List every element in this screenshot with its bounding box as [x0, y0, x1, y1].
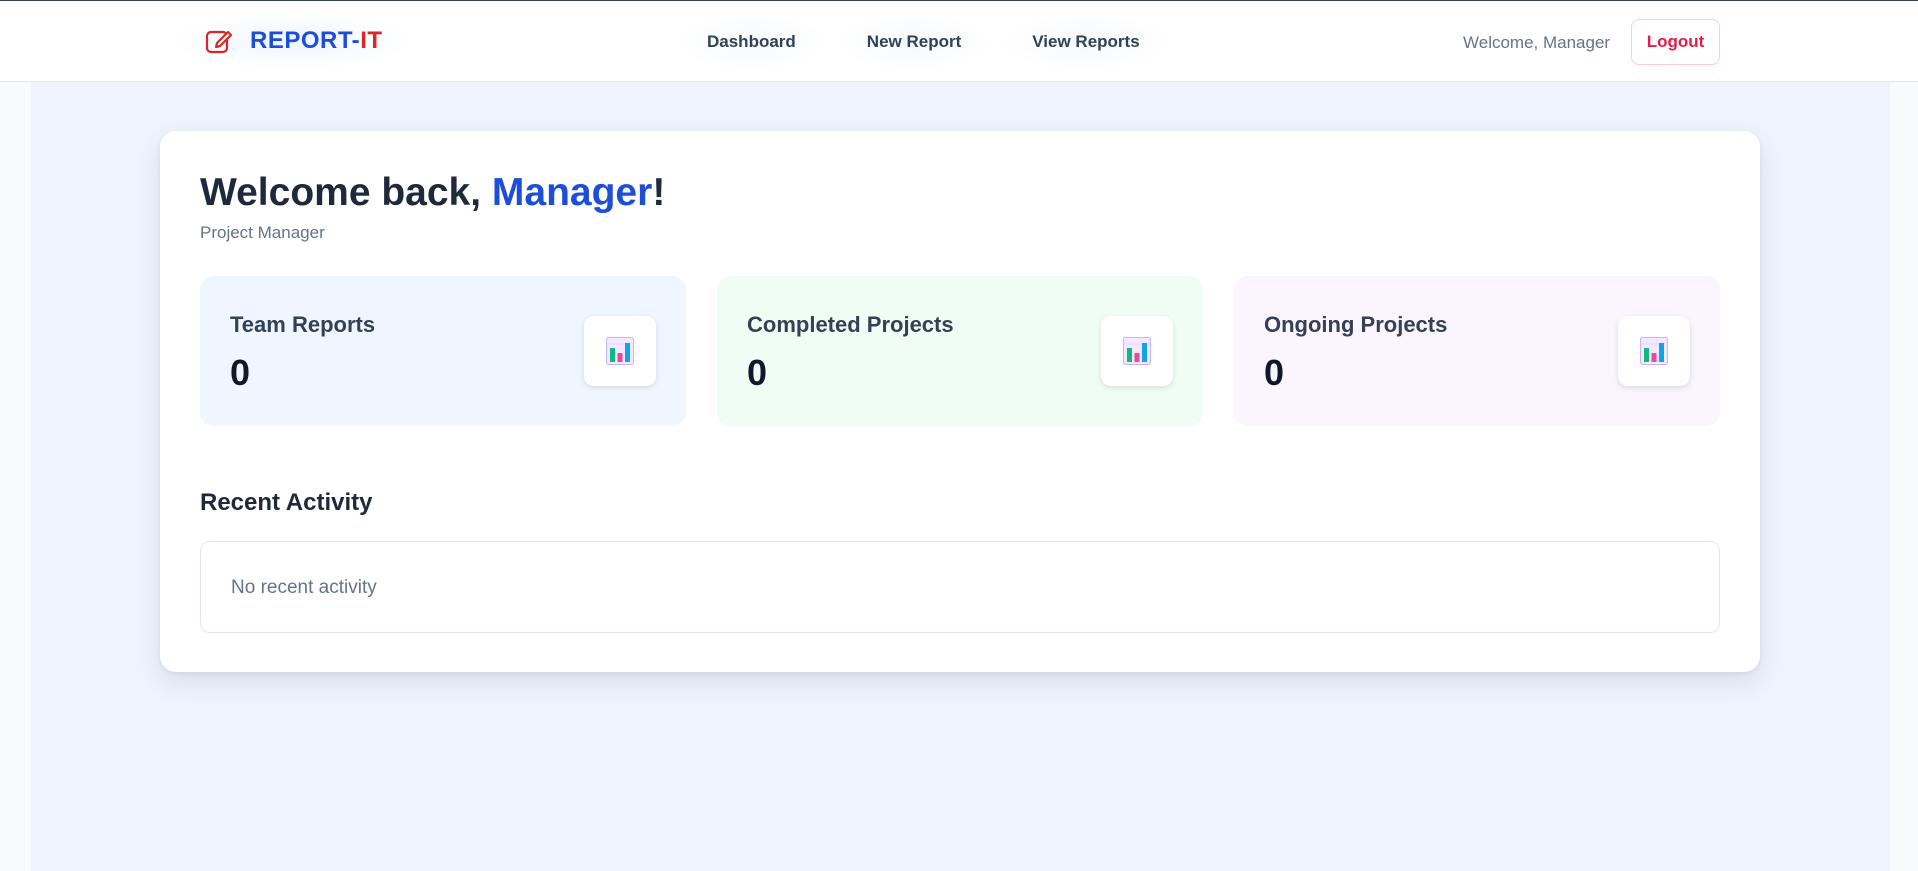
recent-activity-list: No recent activity: [200, 541, 1720, 633]
bar-chart-icon: [1618, 316, 1690, 386]
nav-link-dashboard[interactable]: Dashboard: [680, 15, 823, 69]
stat-card-ongoing-projects: Ongoing Projects 0: [1234, 276, 1720, 426]
user-role: Project Manager: [200, 223, 325, 242]
stat-value: 0: [1264, 352, 1285, 393]
nav-link-view-reports[interactable]: View Reports: [1005, 15, 1167, 69]
empty-state-text: No recent activity: [231, 577, 377, 598]
stat-label: Team Reports: [230, 312, 376, 337]
edit-note-icon: [204, 26, 234, 56]
main-nav: Dashboard New Report View Reports: [680, 15, 1167, 69]
greeting-user-name: Manager: [491, 171, 653, 214]
logout-button[interactable]: Logout: [1631, 19, 1720, 65]
dashboard-card: Welcome back, Manager! Project Manager T…: [160, 131, 1760, 672]
navbar: REPORT-IT Dashboard New Report View Repo…: [0, 1, 1918, 82]
stat-label: Ongoing Projects: [1264, 312, 1448, 337]
user-welcome-text: Welcome, Manager: [1463, 33, 1611, 52]
brand-logo[interactable]: REPORT-IT: [180, 13, 406, 69]
page-title: Welcome back, Manager!: [200, 171, 665, 215]
greeting-prefix: Welcome back,: [200, 171, 492, 214]
nav-link-new-report[interactable]: New Report: [839, 15, 989, 69]
bar-chart-icon: [584, 316, 656, 386]
recent-activity-title: Recent Activity: [200, 489, 373, 516]
bar-chart-icon: [1101, 316, 1173, 386]
greeting-suffix: !: [652, 171, 666, 214]
brand-name-part1: REPORT-: [250, 27, 361, 54]
stat-value: 0: [747, 352, 768, 393]
brand-name-part2: IT: [360, 27, 383, 54]
stat-card-completed-projects: Completed Projects 0: [717, 276, 1203, 426]
stat-value: 0: [230, 352, 251, 393]
stat-card-team-reports: Team Reports 0: [200, 276, 686, 426]
brand-name: REPORT-IT: [250, 27, 383, 55]
stat-label: Completed Projects: [747, 312, 954, 337]
